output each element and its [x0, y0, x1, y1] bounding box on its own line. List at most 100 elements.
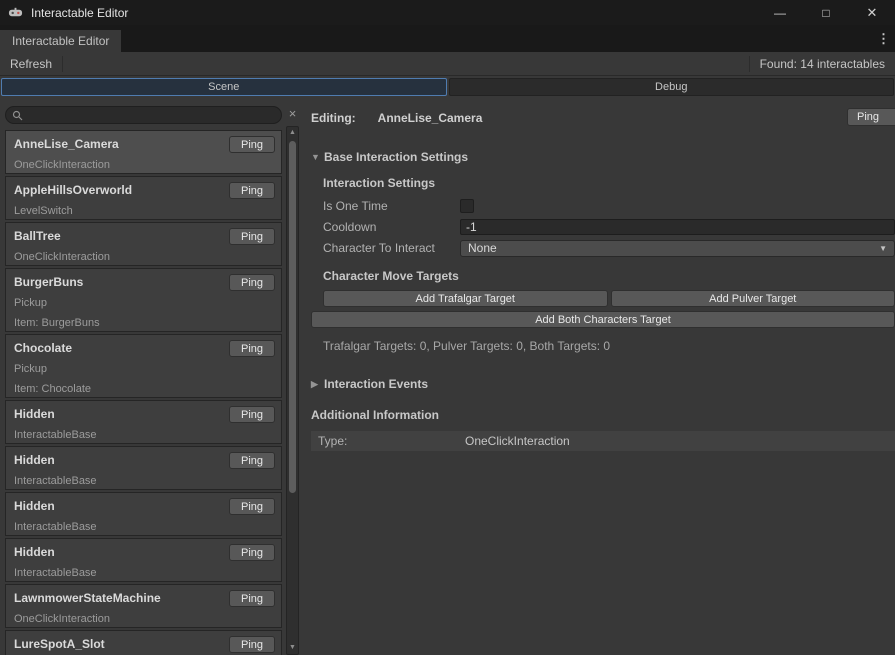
ping-button[interactable]: Ping	[229, 228, 275, 245]
interactable-list-panel: AnneLise_Camera OneClickInteraction Ping…	[0, 98, 303, 655]
toolbar: Refresh Found: 14 interactables	[0, 52, 895, 76]
list-item-lawnmower-statemachine[interactable]: LawnmowerStateMachine OneClickInteractio…	[5, 584, 282, 628]
window-title: Interactable Editor	[31, 6, 128, 20]
list-item-burgerbuns[interactable]: BurgerBuns Pickup Item: BurgerBuns Ping	[5, 268, 282, 332]
cooldown-row: Cooldown -1	[323, 218, 895, 236]
ping-button[interactable]: Ping	[229, 452, 275, 469]
interactable-list: AnneLise_Camera OneClickInteraction Ping…	[5, 130, 282, 655]
additional-information-header: Additional Information	[311, 408, 895, 422]
item-type: OneClickInteraction	[14, 251, 273, 263]
item-type: OneClickInteraction	[14, 613, 273, 625]
item-detail: Item: Chocolate	[14, 383, 273, 395]
list-item-balltree[interactable]: BallTree OneClickInteraction Ping	[5, 222, 282, 266]
add-both-characters-target-button[interactable]: Add Both Characters Target	[311, 311, 895, 328]
search-clear-icon[interactable]: ×	[289, 104, 297, 124]
ping-button[interactable]: Ping	[229, 544, 275, 561]
cooldown-label: Cooldown	[323, 220, 460, 234]
list-column: AnneLise_Camera OneClickInteraction Ping…	[5, 104, 282, 655]
ping-button[interactable]: Ping	[229, 406, 275, 423]
ping-button[interactable]: Ping	[229, 590, 275, 607]
foldout-open-icon: ▼	[311, 152, 324, 162]
targets-summary: Trafalgar Targets: 0, Pulver Targets: 0,…	[323, 339, 895, 353]
list-item-lurespota-slot[interactable]: LureSpotA_Slot Ping	[5, 630, 282, 655]
refresh-button[interactable]: Refresh	[0, 52, 62, 75]
mode-tabs: Scene Debug	[1, 78, 894, 96]
interactable-editor-window: Interactable Editor — □ ✕ Interactable E…	[0, 0, 895, 655]
list-item-applehills-overworld[interactable]: AppleHillsOverworld LevelSwitch Ping	[5, 176, 282, 220]
scrollbar-down-icon[interactable]: ▼	[289, 642, 296, 654]
found-count-label: Found: 14 interactables	[750, 57, 895, 71]
list-item-hidden-1[interactable]: Hidden InteractableBase Ping	[5, 400, 282, 444]
list-side-column: × ▲ ▼	[282, 104, 303, 655]
magnifier-icon	[12, 110, 23, 121]
document-tabstrip: Interactable Editor ⋮	[0, 25, 895, 52]
foldout-label: Base Interaction Settings	[324, 150, 468, 164]
ping-button[interactable]: Ping	[229, 636, 275, 653]
item-type: InteractableBase	[14, 429, 273, 441]
search-input[interactable]	[5, 106, 282, 124]
item-type: InteractableBase	[14, 567, 273, 579]
window-controls: — □ ✕	[757, 0, 895, 25]
foldout-interaction-events[interactable]: ▶ Interaction Events	[311, 377, 895, 391]
foldout-base-interaction-settings[interactable]: ▼ Base Interaction Settings	[311, 150, 895, 164]
toolbar-divider	[62, 56, 63, 72]
ping-button[interactable]: Ping	[229, 498, 275, 515]
gamepad-icon	[8, 5, 23, 20]
ping-button[interactable]: Ping	[229, 136, 275, 153]
character-to-interact-row: Character To Interact None ▼	[323, 239, 895, 257]
titlebar: Interactable Editor — □ ✕	[0, 0, 895, 25]
character-to-interact-dropdown[interactable]: None ▼	[460, 240, 895, 257]
foldout-label: Interaction Events	[324, 377, 428, 391]
list-item-annelise-camera[interactable]: AnneLise_Camera OneClickInteraction Ping	[5, 130, 282, 174]
add-target-buttons-row: Add Trafalgar Target Add Pulver Target	[323, 290, 895, 307]
type-value: OneClickInteraction	[465, 434, 570, 448]
character-move-targets-header: Character Move Targets	[323, 269, 895, 283]
minimize-icon[interactable]: —	[757, 0, 803, 25]
editing-header: Editing: AnneLise_Camera	[311, 108, 895, 128]
base-settings-group: Interaction Settings Is One Time Cooldow…	[323, 176, 895, 353]
editing-label: Editing:	[311, 111, 356, 125]
chevron-down-icon: ▼	[879, 244, 887, 253]
type-label: Type:	[318, 434, 465, 448]
close-icon[interactable]: ✕	[849, 0, 895, 25]
tab-interactable-editor[interactable]: Interactable Editor	[0, 30, 121, 52]
ping-button-header[interactable]: Ping	[847, 108, 895, 126]
is-one-time-label: Is One Time	[323, 199, 460, 213]
type-row: Type: OneClickInteraction	[311, 431, 895, 451]
tab-scene[interactable]: Scene	[1, 78, 447, 96]
list-item-hidden-4[interactable]: Hidden InteractableBase Ping	[5, 538, 282, 582]
maximize-icon[interactable]: □	[803, 0, 849, 25]
main-content: AnneLise_Camera OneClickInteraction Ping…	[0, 98, 895, 655]
is-one-time-checkbox[interactable]	[460, 199, 474, 213]
interaction-settings-header: Interaction Settings	[323, 176, 895, 190]
list-item-chocolate[interactable]: Chocolate Pickup Item: Chocolate Ping	[5, 334, 282, 398]
is-one-time-row: Is One Time	[323, 197, 895, 215]
tab-debug[interactable]: Debug	[449, 78, 895, 96]
tab-menu-icon[interactable]: ⋮	[872, 31, 895, 47]
item-type: InteractableBase	[14, 475, 273, 487]
add-trafalgar-target-button[interactable]: Add Trafalgar Target	[323, 290, 608, 307]
editing-value: AnneLise_Camera	[378, 111, 483, 125]
ping-button[interactable]: Ping	[229, 274, 275, 291]
item-type: LevelSwitch	[14, 205, 273, 217]
list-item-hidden-2[interactable]: Hidden InteractableBase Ping	[5, 446, 282, 490]
search-row	[5, 104, 282, 128]
editor-panel: Editing: AnneLise_Camera Ping ▼ Base Int…	[303, 98, 895, 655]
item-type: InteractableBase	[14, 521, 273, 533]
add-pulver-target-button[interactable]: Add Pulver Target	[611, 290, 895, 307]
scrollbar-thumb[interactable]	[289, 141, 296, 493]
dropdown-value: None	[468, 241, 497, 255]
ping-button[interactable]: Ping	[229, 340, 275, 357]
item-detail: Item: BurgerBuns	[14, 317, 273, 329]
ping-button[interactable]: Ping	[229, 182, 275, 199]
list-scrollbar[interactable]: ▲ ▼	[286, 126, 299, 655]
item-type: OneClickInteraction	[14, 159, 273, 171]
scrollbar-track[interactable]	[287, 139, 298, 642]
item-type: Pickup	[14, 297, 273, 309]
foldout-closed-icon: ▶	[311, 379, 324, 390]
character-to-interact-label: Character To Interact	[323, 241, 460, 255]
cooldown-field[interactable]: -1	[460, 219, 895, 235]
item-type: Pickup	[14, 363, 273, 375]
list-item-hidden-3[interactable]: Hidden InteractableBase Ping	[5, 492, 282, 536]
scrollbar-up-icon[interactable]: ▲	[289, 127, 296, 139]
